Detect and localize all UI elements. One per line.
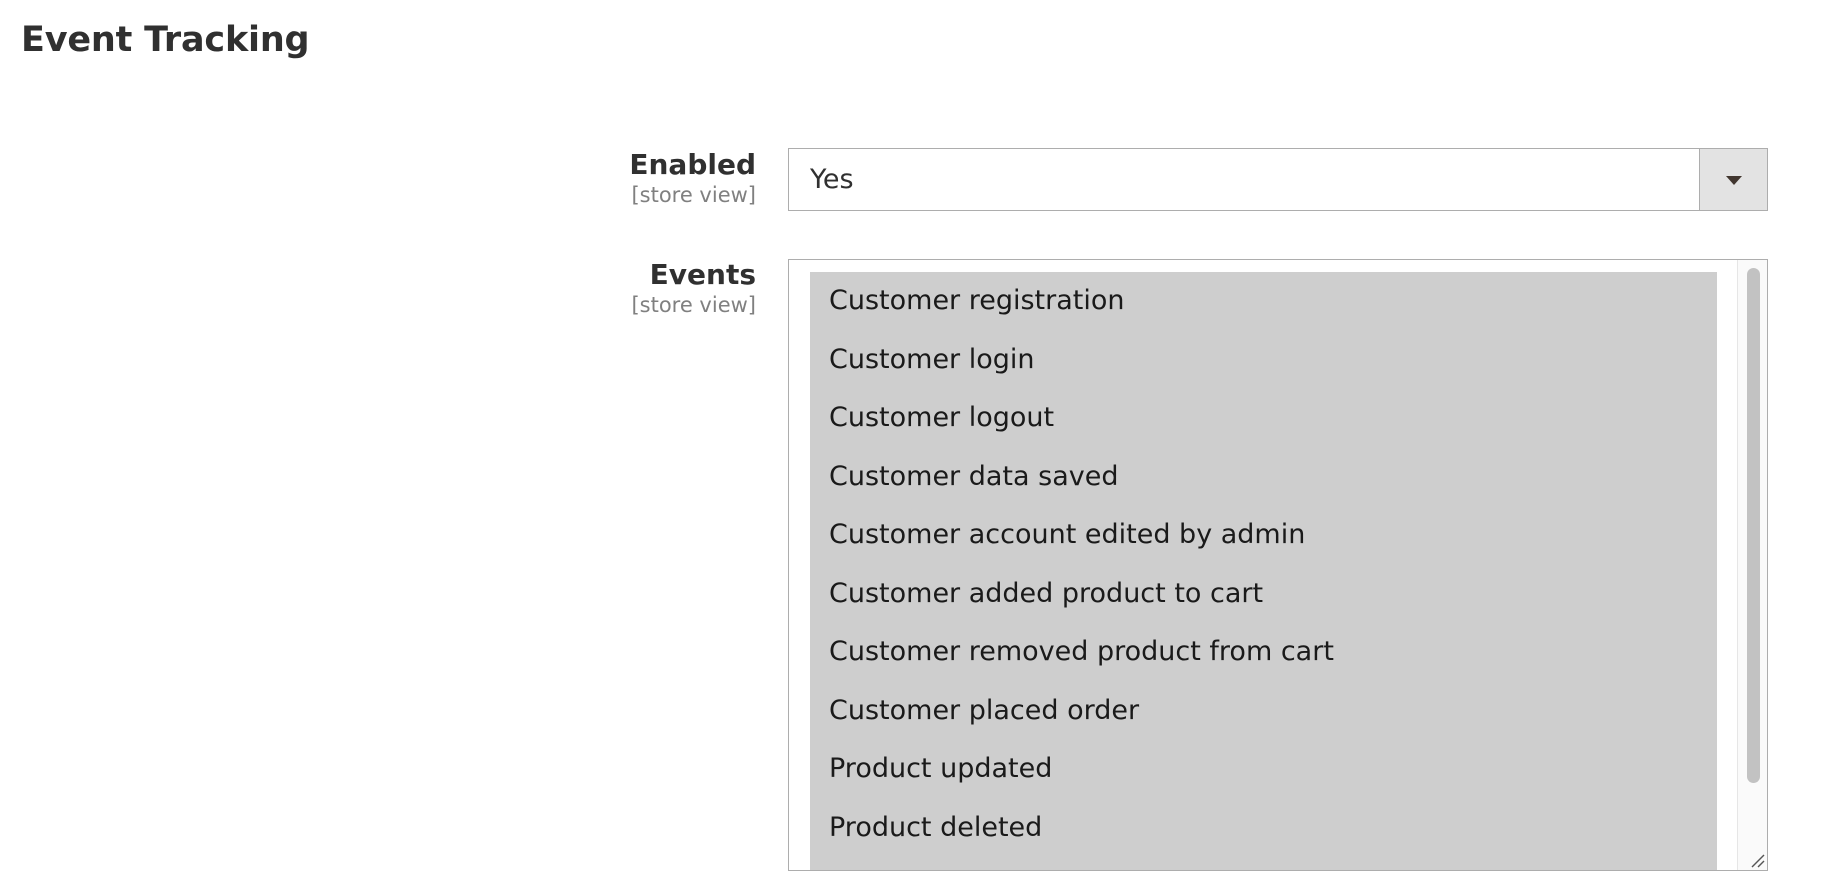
events-scope: [store view]	[631, 293, 756, 317]
event-option[interactable]: Customer added product to cart	[810, 565, 1717, 624]
events-scrollbar-thumb[interactable]	[1747, 268, 1760, 783]
event-option[interactable]: Customer logout	[810, 389, 1717, 448]
enabled-label: Enabled	[629, 148, 756, 181]
enabled-label-group: Enabled [store view]	[629, 148, 756, 208]
events-label: Events	[649, 258, 756, 291]
resize-grip-icon[interactable]	[1749, 852, 1765, 868]
events-multiselect[interactable]: Customer registration Customer login Cus…	[788, 259, 1768, 871]
events-options-list: Customer registration Customer login Cus…	[810, 272, 1717, 870]
event-option[interactable]: Product updated	[810, 740, 1717, 799]
events-label-group: Events [store view]	[631, 258, 756, 318]
chevron-down-icon	[1726, 176, 1742, 185]
event-option[interactable]: Customer data saved	[810, 448, 1717, 507]
event-option[interactable]: Customer registration	[810, 272, 1717, 331]
event-option[interactable]: Customer login	[810, 331, 1717, 390]
event-option[interactable]: Customer placed order	[810, 682, 1717, 741]
enabled-scope: [store view]	[631, 183, 756, 207]
enabled-select-toggle[interactable]	[1699, 149, 1767, 210]
enabled-select-value: Yes	[810, 164, 854, 195]
event-option[interactable]: Customer removed product from cart	[810, 623, 1717, 682]
section-title: Event Tracking	[21, 20, 310, 60]
event-option[interactable]: Customer account edited by admin	[810, 506, 1717, 565]
event-option[interactable]: Product deleted	[810, 799, 1717, 858]
events-scrollbar[interactable]	[1737, 260, 1767, 870]
enabled-select[interactable]: Yes	[788, 148, 1768, 211]
